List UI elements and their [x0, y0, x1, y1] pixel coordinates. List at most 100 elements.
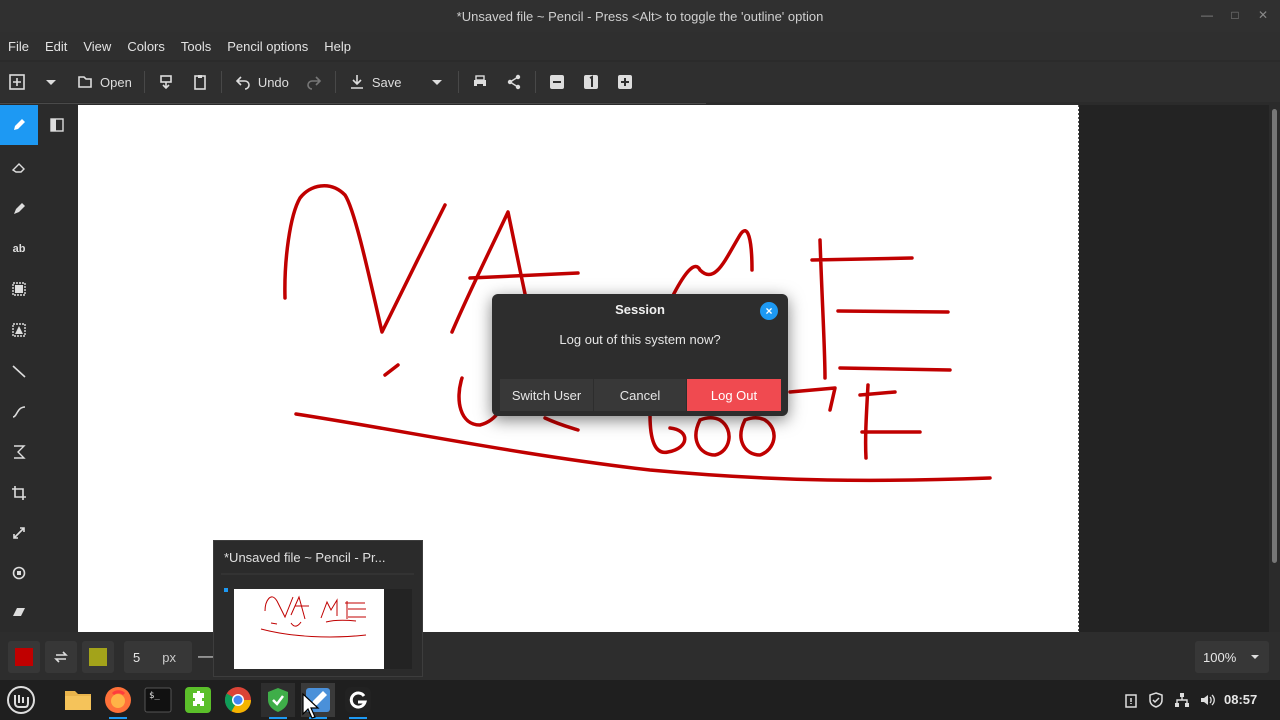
free-select-tool[interactable] [0, 310, 38, 350]
save-label: Save [371, 74, 402, 90]
undo-button[interactable]: Undo [226, 66, 297, 98]
highlighter-tool[interactable] [0, 188, 38, 228]
dialog-title: Session [615, 302, 665, 317]
rect-select-icon [12, 282, 26, 296]
mint-menu-button[interactable] [4, 683, 38, 717]
stroke-dot [383, 363, 400, 377]
stroke-oo [694, 415, 776, 457]
secondary-color-swatch [89, 648, 107, 666]
chevron-down-icon [46, 80, 56, 85]
toggle-sidebar-button[interactable] [38, 105, 76, 145]
zoom-in-button[interactable] [608, 66, 642, 98]
rect-select-tool[interactable] [0, 269, 38, 309]
taskbar-terminal[interactable]: $_ [141, 683, 175, 717]
new-button[interactable] [0, 66, 34, 98]
menu-edit[interactable]: Edit [37, 39, 75, 54]
save-icon [350, 75, 363, 89]
main-color-button[interactable] [8, 641, 40, 673]
minimize-icon[interactable]: — [1198, 6, 1216, 24]
toolbar-separator [334, 71, 336, 93]
print-button[interactable] [463, 66, 497, 98]
taskbar-g-app[interactable] [341, 683, 375, 719]
zoom-original-button[interactable] [574, 66, 608, 98]
menu-tools[interactable]: Tools [173, 39, 219, 54]
rotate-tool[interactable] [0, 553, 38, 593]
window-controls: — □ ✕ [1198, 6, 1272, 24]
cancel-button[interactable]: Cancel [594, 379, 686, 411]
preview-thumbnail-image [221, 573, 414, 671]
maximize-icon[interactable]: □ [1226, 6, 1244, 24]
svg-text:$_: $_ [149, 691, 160, 701]
tray-clipboard[interactable] [1121, 690, 1141, 710]
crop-tool[interactable] [0, 473, 38, 513]
stroke-underline [294, 412, 992, 483]
canvas-background [1079, 105, 1269, 632]
minus-icon: — [198, 648, 214, 665]
eraser-icon [11, 163, 25, 173]
switch-user-button[interactable]: Switch User [500, 379, 593, 411]
print-icon [473, 75, 486, 88]
scale-tool[interactable] [0, 513, 38, 553]
close-icon[interactable]: × [760, 302, 778, 320]
log-out-button[interactable]: Log Out [687, 379, 781, 411]
undo-icon [235, 76, 250, 90]
clipboard-button[interactable] [183, 66, 217, 98]
tray-network[interactable] [1172, 690, 1192, 710]
zoom-out-button[interactable] [540, 66, 574, 98]
new-dropdown-button[interactable] [34, 66, 68, 98]
taskbar-shield[interactable] [261, 683, 295, 719]
preview-thumbnail [221, 573, 414, 671]
taskbar-files[interactable] [61, 683, 95, 717]
toolbar-divider [0, 103, 706, 104]
menu-pencil-options[interactable]: Pencil options [219, 39, 316, 54]
active-indicator [269, 717, 287, 719]
tool-size-field[interactable]: 5 px [124, 641, 192, 673]
stroke-b [648, 413, 687, 455]
vertical-scrollbar[interactable] [1269, 105, 1280, 632]
line-icon [12, 365, 26, 378]
redo-icon [307, 76, 322, 90]
save-dropdown-button[interactable] [420, 66, 454, 98]
open-button[interactable]: Open [68, 66, 140, 98]
taskbar-puzzle[interactable] [181, 683, 215, 717]
puzzle-icon [185, 687, 211, 713]
close-window-icon[interactable]: ✕ [1254, 6, 1272, 24]
menu-help[interactable]: Help [316, 39, 359, 54]
chevron-down-icon [1251, 655, 1259, 659]
secondary-color-button[interactable] [82, 641, 114, 673]
open-label: Open [100, 74, 132, 90]
curve-tool[interactable] [0, 392, 38, 432]
mouse-cursor [300, 692, 320, 720]
menu-view[interactable]: View [75, 39, 119, 54]
toolbar-separator [534, 71, 536, 93]
redo-button[interactable] [297, 66, 331, 98]
rotate-icon [12, 566, 26, 580]
taskbar-chrome[interactable] [221, 683, 255, 717]
size-value: 5 [133, 649, 141, 665]
window-preview[interactable]: *Unsaved file ~ Pencil - Pr... [213, 540, 423, 677]
stroke-7 [788, 386, 837, 412]
cursor-icon [302, 692, 320, 719]
paste-button[interactable] [149, 66, 183, 98]
pencil-tool[interactable] [0, 105, 38, 145]
line-tool[interactable] [0, 351, 38, 391]
menu-colors[interactable]: Colors [119, 39, 173, 54]
text-tool[interactable]: ab [0, 229, 38, 269]
scrollbar-thumb[interactable] [1272, 109, 1277, 563]
save-button[interactable]: Save [340, 66, 410, 98]
menu-file[interactable]: File [0, 39, 37, 54]
exchange-colors-button[interactable] [45, 641, 77, 673]
window-titlebar: *Unsaved file ~ Pencil - Press <Alt> to … [0, 0, 1280, 32]
zoom-selector[interactable]: 100% [1195, 641, 1269, 673]
eraser-tool[interactable] [0, 147, 38, 187]
taskbar-firefox[interactable] [101, 683, 135, 719]
tray-shield[interactable] [1146, 690, 1166, 710]
clock[interactable]: 08:57 [1224, 692, 1257, 707]
shape-tool[interactable] [0, 432, 38, 472]
highlighter-icon [14, 203, 25, 214]
skew-tool[interactable] [0, 592, 38, 632]
share-button[interactable] [497, 66, 531, 98]
tray-volume[interactable] [1197, 690, 1217, 710]
pencil-icon [14, 119, 25, 130]
share-icon [507, 74, 520, 90]
